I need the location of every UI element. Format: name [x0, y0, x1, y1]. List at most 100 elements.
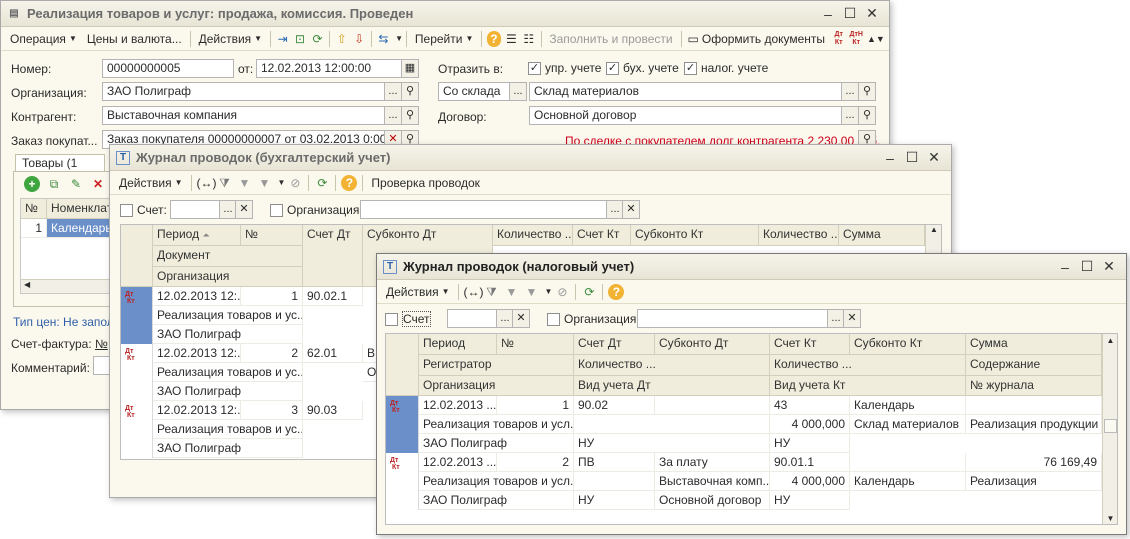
select-button[interactable]: ... [841, 82, 859, 101]
actions-menu[interactable]: Действия ▼ [381, 283, 455, 301]
col-header-num[interactable]: № [241, 225, 303, 246]
clear-icon[interactable]: ✕ [512, 309, 530, 328]
unpost-icon[interactable]: ⊡ [293, 31, 306, 47]
row-sub-kt-2[interactable]: Склад материалов [850, 415, 966, 434]
dropdown-arrow-icon[interactable]: ▼ [278, 178, 286, 187]
vertical-scrollbar[interactable]: ▲ ▼ [1102, 334, 1117, 524]
org-filter-field[interactable] [637, 309, 828, 328]
operation-menu[interactable]: Операция ▼ [5, 30, 82, 48]
help-icon[interactable]: ? [341, 174, 358, 191]
tax-journal-titlebar[interactable]: Т Журнал проводок (налоговый учет) – ☐ ✕ [377, 254, 1126, 280]
clear-icon[interactable]: ✕ [843, 309, 861, 328]
row-num[interactable]: 2 [241, 344, 303, 363]
checkbox-checked-icon[interactable]: ✓ [684, 62, 697, 76]
help-icon[interactable]: ? [608, 283, 625, 300]
invoice-link[interactable]: № [95, 337, 108, 351]
range-icon[interactable]: (↔) [197, 175, 217, 191]
row-organization[interactable]: ЗАО Полиграф [153, 439, 303, 458]
row-acc-dt[interactable]: 90.03 [303, 401, 363, 420]
search-icon[interactable]: ⚲ [401, 106, 419, 125]
select-button[interactable]: ... [841, 106, 859, 125]
row-acc-kt[interactable]: 90.01.1 [770, 453, 850, 472]
goods-tab[interactable]: Товары (1 поз.) [15, 154, 105, 184]
col-header-sub-dt[interactable]: Субконто Дт [655, 334, 770, 355]
row-type-kt[interactable]: НУ [770, 434, 850, 453]
col-header-qty-dt[interactable]: Количество ... [493, 225, 573, 246]
row-qty-kt[interactable]: 4 000,000 [770, 472, 850, 491]
filter-icon[interactable]: ▼ [504, 284, 520, 300]
col-header-document[interactable]: Документ [153, 246, 303, 267]
col-header-qty-dt[interactable]: Количество ... [574, 355, 770, 376]
row-registrar[interactable]: Реализация товаров и усл... [419, 415, 574, 434]
col-header-acc-dt[interactable]: Счет Дт [574, 334, 655, 355]
row-period[interactable]: 12.02.2013 12:... [153, 344, 241, 363]
clear-icon[interactable]: ✕ [622, 200, 640, 219]
row-period[interactable]: 12.02.2013 ... [419, 396, 497, 415]
row-document[interactable]: Реализация товаров и ус... [153, 306, 303, 325]
contract-field[interactable]: Основной договор [529, 106, 842, 125]
edit-icon[interactable]: ✎ [68, 176, 84, 192]
dropdown-arrow-icon[interactable]: ▼ [395, 34, 403, 43]
org-filter-checkbox[interactable]: Организация: [270, 203, 363, 218]
checkbox-checked-icon[interactable]: ✓ [606, 62, 619, 76]
row-sub-dt[interactable]: За плату [655, 453, 770, 472]
make-documents-button[interactable]: Оформить документы [702, 30, 830, 48]
row-acc-dt[interactable]: 90.02 [574, 396, 655, 415]
account-filter-checkbox[interactable]: Счет: [120, 203, 167, 218]
search-icon[interactable]: ⚲ [858, 82, 876, 101]
add-icon[interactable]: + [24, 176, 40, 192]
row-organization[interactable]: ЗАО Полиграф [153, 382, 303, 401]
row-qty-kt[interactable]: 4 000,000 [770, 415, 850, 434]
dtn-kt-icon[interactable]: ДтН Кт [849, 31, 862, 47]
col-header-num[interactable]: № [497, 334, 574, 355]
minimize-button[interactable]: – [1054, 259, 1076, 275]
filter-list-icon[interactable]: ▼ [524, 284, 540, 300]
filter-settings-icon[interactable]: ⧩ [484, 284, 500, 300]
check-entries-button[interactable]: Проверка проводок [366, 174, 485, 192]
counterparty-field[interactable]: Выставочная компания [102, 106, 385, 125]
post-icon[interactable]: ⇥ [276, 31, 289, 47]
search-icon[interactable]: ⚲ [401, 82, 419, 101]
range-icon[interactable]: (↔) [464, 284, 484, 300]
maximize-button[interactable]: ☐ [839, 5, 861, 22]
row-num[interactable]: 3 [241, 401, 303, 420]
row-acc-dt[interactable]: 90.02.1 [303, 287, 363, 306]
warehouse-field[interactable]: Склад материалов [529, 82, 842, 101]
row-acc-dt[interactable]: 62.01 [303, 344, 363, 363]
calendar-icon[interactable]: ▦ [401, 59, 419, 78]
row-document[interactable]: Реализация товаров и ус... [153, 420, 303, 439]
account-filter-field[interactable] [170, 200, 220, 219]
filter-icon[interactable]: ▼ [237, 175, 253, 191]
checkbox-icon[interactable] [385, 313, 398, 327]
select-button[interactable]: ... [384, 82, 402, 101]
row-content[interactable]: Реализация продукции [966, 415, 1102, 434]
delete-icon[interactable]: ✕ [90, 176, 106, 192]
goto-menu[interactable]: Перейти ▼ [410, 30, 478, 48]
fill-and-post-button[interactable]: Заполнить и провести [544, 30, 677, 48]
prices-currency-button[interactable]: Цены и валюта... [82, 30, 187, 48]
actions-menu[interactable]: Действия ▼ [194, 30, 268, 48]
actions-menu[interactable]: Действия ▼ [114, 174, 188, 192]
main-titlebar[interactable]: ▤ Реализация товаров и услуг: продажа, к… [1, 1, 889, 27]
row-organization[interactable]: ЗАО Полиграф [153, 325, 303, 344]
maximize-button[interactable]: ☐ [901, 149, 923, 166]
list-icon[interactable]: ☰ [505, 31, 518, 47]
select-button[interactable]: ... [384, 106, 402, 125]
row-sum[interactable]: 76 169,49 [966, 453, 1102, 472]
row-qty-dt[interactable] [574, 472, 655, 491]
dt-kt-icon[interactable]: Дт Кт [832, 31, 845, 47]
row-organization[interactable]: ЗАО Полиграф [419, 491, 574, 510]
col-header-acc-kt[interactable]: Счет Кт [770, 334, 850, 355]
minimize-button[interactable]: – [817, 6, 839, 22]
col-header-nomenclature[interactable]: Номенклат [47, 199, 115, 219]
col-header-acc-kt[interactable]: Счет Кт [573, 225, 631, 246]
close-button[interactable]: ✕ [861, 5, 883, 22]
row-registrar[interactable]: Реализация товаров и усл... [419, 472, 574, 491]
account-filter-field[interactable] [447, 309, 497, 328]
close-button[interactable]: ✕ [1098, 258, 1120, 275]
row-period[interactable]: 12.02.2013 12:... [153, 401, 241, 420]
help-icon[interactable]: ? [487, 30, 501, 47]
clear-filter-icon[interactable]: ⊘ [554, 284, 570, 300]
col-header-journal-no[interactable]: № журнала [966, 376, 1102, 396]
organization-field[interactable]: ЗАО Полиграф [102, 82, 385, 101]
